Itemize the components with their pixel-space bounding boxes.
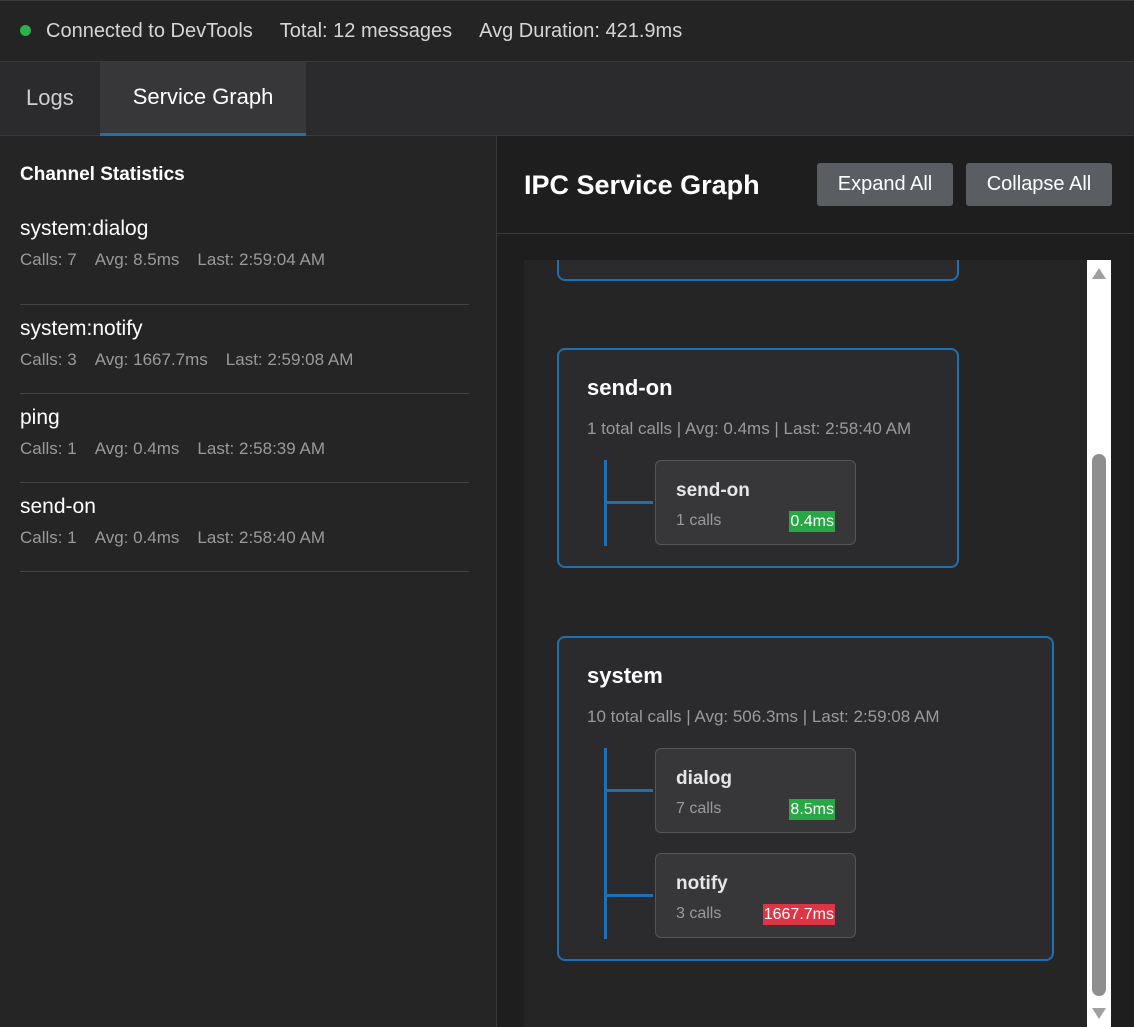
connection-status: Connected to DevTools (46, 19, 253, 42)
tree-branch (604, 789, 653, 792)
channel-statistics-heading: Channel Statistics (20, 164, 185, 185)
channel-item[interactable]: ping Calls: 1 Avg: 0.4ms Last: 2:58:39 AM (20, 394, 469, 483)
channel-calls: Calls: 1 (20, 528, 77, 547)
channel-avg: Avg: 1667.7ms (94, 350, 208, 369)
channel-avg: Avg: 8.5ms (94, 250, 180, 269)
service-card-system[interactable]: system 10 total calls | Avg: 506.3ms | L… (557, 636, 1054, 961)
method-name: send-on (676, 480, 750, 501)
channel-last: Last: 2:58:39 AM (197, 439, 326, 458)
channel-meta: Calls: 1 Avg: 0.4ms Last: 2:58:39 AM (20, 439, 469, 459)
method-calls: 3 calls (676, 905, 722, 922)
collapse-all-button[interactable]: Collapse All (966, 163, 1112, 206)
channel-meta: Calls: 3 Avg: 1667.7ms Last: 2:59:08 AM (20, 350, 469, 370)
tab-bar: Logs Service Graph (0, 62, 1134, 136)
channel-avg: Avg: 0.4ms (94, 528, 180, 547)
graph-header: IPC Service Graph Expand All Collapse Al… (497, 136, 1134, 234)
method-name: dialog (676, 768, 732, 789)
channel-last: Last: 2:59:08 AM (225, 350, 354, 369)
service-meta: 1 total calls | Avg: 0.4ms | Last: 2:58:… (587, 419, 912, 438)
graph-title: IPC Service Graph (524, 170, 760, 200)
channel-calls: Calls: 7 (20, 250, 77, 269)
channel-calls: Calls: 1 (20, 439, 77, 458)
channel-item[interactable]: system:dialog Calls: 7 Avg: 8.5ms Last: 2:… (20, 216, 469, 305)
total-messages: Total: 12 messages (279, 19, 453, 42)
tree-connector (604, 748, 607, 939)
channel-last: Last: 2:58:40 AM (197, 528, 326, 547)
tree-branch (604, 501, 653, 504)
duration-badge: 8.5ms (789, 799, 835, 820)
service-title[interactable]: send-on (587, 375, 673, 401)
tab-service-graph[interactable]: Service Graph (99, 62, 307, 136)
service-title[interactable]: system (587, 663, 663, 689)
channel-name: ping (20, 406, 60, 429)
channel-avg: Avg: 0.4ms (94, 439, 180, 458)
channel-item[interactable]: send-on Calls: 1 Avg: 0.4ms Last: 2:58:40 … (20, 483, 469, 572)
channel-item[interactable]: system:notify Calls: 3 Avg: 1667.7ms Last:… (20, 305, 469, 394)
duration-badge: 0.4ms (789, 511, 835, 532)
graph-canvas[interactable]: send-on 1 total calls | Avg: 0.4ms | Las… (524, 260, 1087, 1027)
channel-meta: Calls: 7 Avg: 8.5ms Last: 2:59:04 AM (20, 250, 469, 270)
channel-name: send-on (20, 495, 96, 518)
connection-status-icon (20, 24, 31, 36)
tab-logs[interactable]: Logs (0, 62, 100, 136)
channel-meta: Calls: 1 Avg: 0.4ms Last: 2:58:40 AM (20, 528, 469, 548)
method-node[interactable]: dialog 7 calls 8.5ms (655, 748, 856, 833)
service-graph-panel: IPC Service Graph Expand All Collapse Al… (497, 136, 1134, 1027)
channel-last: Last: 2:59:04 AM (197, 250, 326, 269)
method-calls: 1 calls (676, 512, 722, 529)
avg-duration: Avg Duration: 421.9ms (479, 19, 683, 42)
method-node[interactable]: notify 3 calls 1667.7ms (655, 853, 856, 938)
status-bar: Connected to DevTools Total: 12 messages… (0, 0, 1134, 62)
tree-branch (604, 894, 653, 897)
graph-scrollbar[interactable] (1087, 260, 1111, 1027)
duration-badge: 1667.7ms (762, 904, 835, 925)
channel-name: system:notify (20, 317, 143, 340)
scrollbar-thumb[interactable] (1092, 454, 1106, 996)
method-name: notify (676, 873, 728, 894)
channel-calls: Calls: 3 (20, 350, 77, 369)
channel-name: system:dialog (20, 217, 149, 240)
channel-statistics-panel: Channel Statistics system:dialog Calls: … (0, 136, 497, 1027)
expand-all-button[interactable]: Expand All (817, 163, 953, 206)
service-card-send-on[interactable]: send-on 1 total calls | Avg: 0.4ms | Las… (557, 348, 959, 568)
scroll-up-icon[interactable] (1092, 268, 1106, 279)
scroll-down-icon[interactable] (1092, 1008, 1106, 1019)
service-card-partial[interactable] (557, 260, 959, 281)
method-calls: 7 calls (676, 800, 722, 817)
method-node[interactable]: send-on 1 calls 0.4ms (655, 460, 856, 545)
service-meta: 10 total calls | Avg: 506.3ms | Last: 2:… (587, 707, 940, 726)
